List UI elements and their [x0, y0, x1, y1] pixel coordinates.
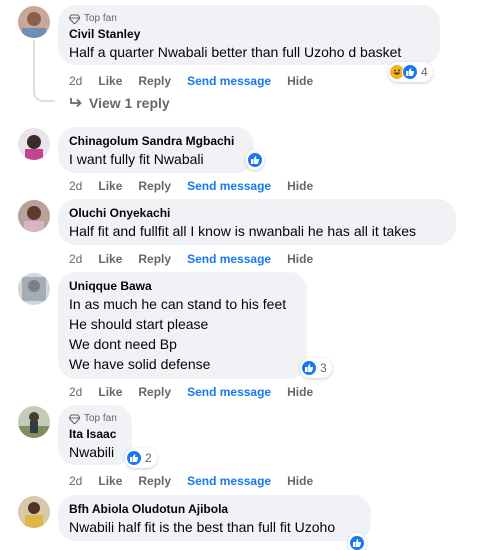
reply-button[interactable]: Reply	[138, 252, 171, 266]
comment-author[interactable]: Bfh Abiola Oludotun Ajibola	[69, 502, 360, 517]
reply-arrow-icon	[70, 98, 82, 108]
timestamp[interactable]: 2d	[69, 474, 82, 488]
comment-bubble: Bfh Abiola Oludotun Ajibola Nwabili half…	[58, 495, 371, 541]
comment-text-line: We dont need Bp	[69, 336, 177, 352]
comment-bubble: Oluchi Onyekachi Half fit and fullfit al…	[58, 199, 456, 245]
top-fan-label: Top fan	[84, 413, 117, 424]
reaction-count: 4	[421, 65, 428, 79]
top-fan-badge: Top fan	[69, 412, 121, 425]
timestamp[interactable]: 2d	[69, 385, 82, 399]
comment-author[interactable]: Chinagolum Sandra Mgbachi	[69, 134, 243, 149]
comment-text: Half fit and fullfit all I know is nwanb…	[69, 223, 417, 239]
comment-actions: 2d Like Reply Send message Hide	[69, 73, 329, 89]
hide-button[interactable]: Hide	[287, 74, 313, 88]
comment-author[interactable]: Ita Isaac	[69, 427, 121, 442]
comment-text-line: We have solid defense	[69, 356, 211, 372]
thread-line	[33, 40, 35, 88]
like-button[interactable]: Like	[98, 474, 122, 488]
send-message-button[interactable]: Send message	[187, 179, 271, 193]
comment-bubble: Top fan Civil Stanley Half a quarter Nwa…	[58, 5, 440, 65]
timestamp[interactable]: 2d	[69, 179, 82, 193]
avatar[interactable]	[18, 200, 50, 232]
comment-author[interactable]: Civil Stanley	[69, 27, 429, 42]
reaction-summary[interactable]: 3	[300, 358, 332, 378]
like-button[interactable]: Like	[98, 179, 122, 193]
avatar[interactable]	[18, 406, 50, 438]
timestamp[interactable]: 2d	[69, 252, 82, 266]
view-replies-link[interactable]: View 1 reply	[69, 95, 170, 111]
hide-button[interactable]: Hide	[287, 474, 313, 488]
like-button[interactable]: Like	[98, 74, 122, 88]
top-fan-label: Top fan	[84, 13, 117, 24]
hide-button[interactable]: Hide	[287, 179, 313, 193]
reaction-summary[interactable]	[348, 533, 366, 550]
thread-connector	[33, 88, 55, 102]
diamond-icon	[69, 13, 80, 24]
like-reaction-icon	[349, 535, 365, 550]
comment-text: Nwabili half fit is the best than full f…	[69, 519, 336, 535]
reaction-summary[interactable]: 2	[125, 448, 157, 468]
reaction-summary[interactable]: 4	[388, 62, 433, 82]
reply-button[interactable]: Reply	[138, 74, 171, 88]
like-reaction-icon	[126, 450, 142, 466]
send-message-button[interactable]: Send message	[187, 252, 271, 266]
comment-author[interactable]: Uniqque Bawa	[69, 279, 296, 294]
send-message-button[interactable]: Send message	[187, 385, 271, 399]
reply-button[interactable]: Reply	[138, 385, 171, 399]
send-message-button[interactable]: Send message	[187, 74, 271, 88]
comment-actions: 2d Like Reply Send message Hide	[69, 251, 329, 267]
comment-actions: 2d Like Reply Send message Hide	[69, 473, 329, 489]
comment-bubble: Chinagolum Sandra Mgbachi I want fully f…	[58, 127, 254, 173]
like-reaction-icon	[402, 64, 418, 80]
timestamp[interactable]: 2d	[69, 74, 82, 88]
like-button[interactable]: Like	[98, 252, 122, 266]
reaction-summary[interactable]	[246, 150, 264, 170]
diamond-icon	[69, 413, 80, 424]
avatar[interactable]	[18, 6, 50, 38]
top-fan-badge: Top fan	[69, 12, 429, 25]
comment-author[interactable]: Oluchi Onyekachi	[69, 206, 445, 221]
send-message-button[interactable]: Send message	[187, 474, 271, 488]
comment-text: Half a quarter Nwabali better than full …	[69, 44, 402, 60]
comment-text: Nwabili	[69, 444, 115, 460]
reaction-count: 2	[145, 451, 152, 465]
reply-button[interactable]: Reply	[138, 474, 171, 488]
avatar[interactable]	[18, 128, 50, 160]
avatar[interactable]	[18, 273, 50, 305]
reply-button[interactable]: Reply	[138, 179, 171, 193]
hide-button[interactable]: Hide	[287, 385, 313, 399]
comment-actions: 2d Like Reply Send message Hide	[69, 384, 329, 400]
hide-button[interactable]: Hide	[287, 252, 313, 266]
avatar[interactable]	[18, 496, 50, 528]
comment-text-line: In as much he can stand to his feet	[69, 296, 287, 312]
reaction-count: 3	[320, 361, 327, 375]
comment-text-line: He should start please	[69, 316, 209, 332]
like-reaction-icon	[301, 360, 317, 376]
like-button[interactable]: Like	[98, 385, 122, 399]
comment-bubble: Top fan Ita Isaac Nwabili	[58, 405, 132, 465]
like-reaction-icon	[247, 152, 263, 168]
comment-text: I want fully fit Nwabali	[69, 151, 204, 167]
view-replies-label[interactable]: View 1 reply	[89, 95, 170, 111]
comment-actions: 2d Like Reply Send message Hide	[69, 178, 329, 194]
comment-bubble: Uniqque Bawa In as much he can stand to …	[58, 272, 307, 379]
